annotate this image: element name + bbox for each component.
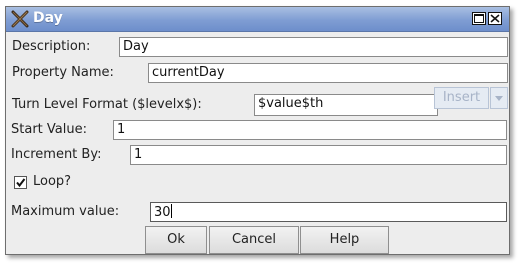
checkmark-icon (16, 178, 26, 188)
loop-checkbox[interactable] (14, 176, 27, 189)
increment-by-field[interactable]: 1 (130, 145, 507, 165)
start-value-field[interactable]: 1 (113, 120, 507, 140)
cancel-button[interactable]: Cancel (209, 226, 299, 254)
maximum-value-field[interactable]: 30 (150, 202, 507, 222)
help-button[interactable]: Help (300, 226, 389, 254)
increment-by-label: Increment By: (11, 147, 102, 162)
maximum-value-label: Maximum value: (11, 204, 120, 219)
maximum-value-text: 30 (154, 205, 171, 220)
loop-label: Loop? (33, 174, 72, 189)
start-value-label: Start Value: (11, 122, 87, 137)
dialog-body: Start Value: 1 Increment By: 1 Loop? Max… (5, 6, 510, 255)
text-caret (170, 204, 172, 218)
ok-button[interactable]: Ok (145, 226, 207, 254)
